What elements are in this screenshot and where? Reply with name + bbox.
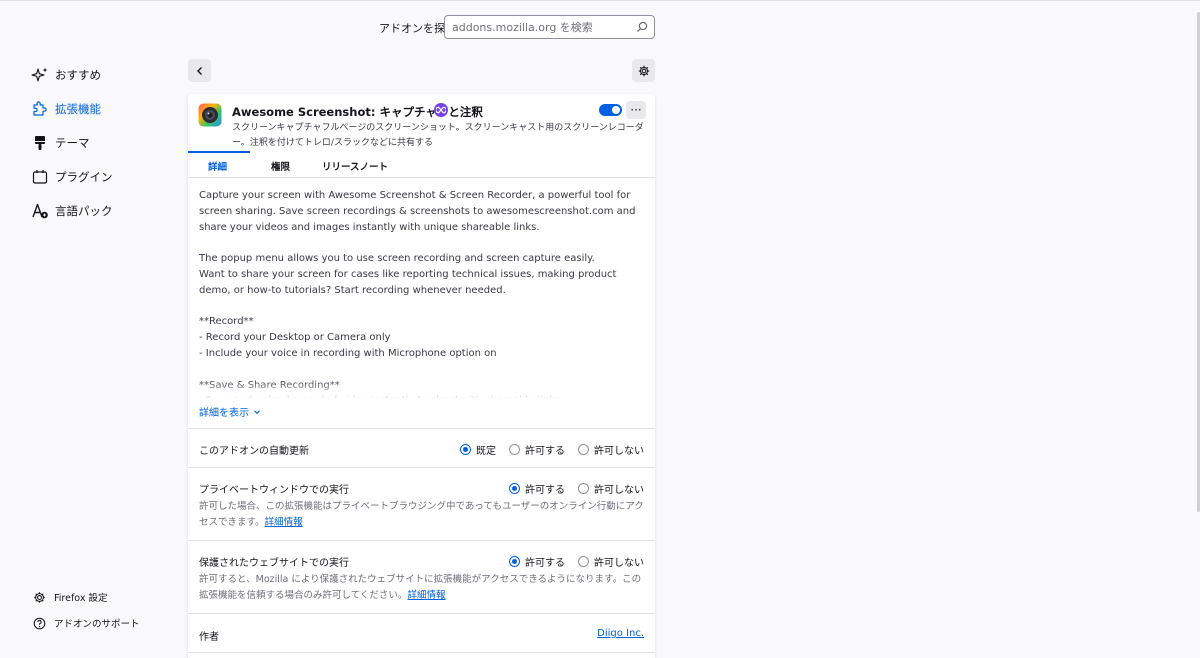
- tab-permissions[interactable]: 権限: [271, 159, 290, 173]
- radio-label: 許可する: [525, 558, 565, 569]
- private-deny-radio[interactable]: 許可しない: [578, 481, 644, 496]
- sidebar-item-label: 言語パック: [55, 204, 113, 218]
- tab-details[interactable]: 詳細: [208, 159, 227, 173]
- sidebar-footer: Firefox 設定 アドオンのサポート: [32, 584, 140, 636]
- divider: [188, 467, 655, 468]
- tab-release-notes[interactable]: リリースノート: [322, 159, 388, 173]
- search-input[interactable]: [452, 20, 632, 34]
- auto-update-label: このアドオンの自動更新: [199, 446, 309, 457]
- radio-dot: [509, 556, 520, 567]
- radio-dot: [578, 444, 589, 455]
- recommended-badge-icon[interactable]: [434, 103, 448, 117]
- active-tab-indicator: [188, 151, 250, 153]
- back-button[interactable]: [188, 59, 211, 82]
- protected-sites-note: 許可すると、Mozilla により保護されたウェブサイトに拡張機能がアクセスでき…: [199, 572, 645, 603]
- auto-update-allow-radio[interactable]: 許可する: [509, 442, 565, 457]
- divider: [188, 428, 655, 429]
- radio-dot: [460, 444, 471, 455]
- sidebar: おすすめ 拡張機能 テーマ プラグイン 言語パック: [30, 58, 180, 228]
- private-windows-note: 許可した場合、この拡張機能はプライベートブラウジング中であってもユーザーのオンラ…: [199, 499, 645, 530]
- divider: [188, 613, 655, 614]
- description-fade: [199, 380, 645, 400]
- protected-sites-radio-group: 許可する 許可しない: [496, 554, 644, 569]
- protected-deny-radio[interactable]: 許可しない: [578, 554, 644, 569]
- puzzle-icon: [30, 99, 50, 119]
- gear-icon: [32, 590, 46, 604]
- search-icon[interactable]: [636, 21, 648, 33]
- sidebar-item-label: 拡張機能: [55, 102, 101, 116]
- auto-update-radio-group: 既定 許可する 許可しない: [447, 442, 644, 457]
- firefox-settings-link[interactable]: Firefox 設定: [32, 584, 140, 610]
- sidebar-item-themes[interactable]: テーマ: [30, 126, 180, 160]
- protected-sites-label: 保護されたウェブサイトでの実行: [199, 558, 349, 569]
- chevron-down-icon: [254, 410, 261, 415]
- radio-label: 許可しない: [594, 485, 644, 496]
- chevron-left-icon: [196, 66, 202, 75]
- firefox-settings-label: Firefox 設定: [54, 593, 108, 604]
- private-windows-radio-group: 許可する 許可しない: [496, 481, 644, 496]
- help-icon: [32, 616, 46, 630]
- private-learn-more-link[interactable]: 詳細情報: [265, 517, 303, 528]
- radio-label: 許可しない: [594, 446, 644, 457]
- sidebar-item-label: テーマ: [55, 136, 90, 150]
- author-link[interactable]: Diigo Inc.: [597, 628, 644, 639]
- brush-icon: [30, 133, 50, 153]
- radio-label: 許可しない: [594, 558, 644, 569]
- addon-long-description: Capture your screen with Awesome Screens…: [199, 188, 645, 398]
- divider: [188, 540, 655, 541]
- divider: [188, 652, 655, 653]
- radio-dot: [509, 483, 520, 494]
- sidebar-item-extensions[interactable]: 拡張機能: [30, 92, 180, 126]
- auto-update-deny-radio[interactable]: 許可しない: [578, 442, 644, 457]
- sidebar-item-languages[interactable]: 言語パック: [30, 194, 180, 228]
- language-icon: [30, 201, 50, 221]
- gear-icon: [638, 65, 649, 76]
- more-options-button[interactable]: ···: [626, 101, 646, 119]
- private-windows-label: プライベートウィンドウでの実行: [199, 485, 349, 496]
- tools-menu-button[interactable]: [632, 59, 655, 82]
- radio-dot: [509, 444, 520, 455]
- addon-support-link[interactable]: アドオンのサポート: [32, 610, 140, 636]
- window-top-border: [0, 0, 1200, 1]
- addon-detail-card: Awesome Screenshot: キャプチャーと注釈 スクリーンキャプチャ…: [188, 94, 655, 658]
- addon-enable-toggle[interactable]: [599, 104, 622, 116]
- search-box[interactable]: [444, 15, 655, 39]
- show-more-label: 詳細を表示: [199, 408, 249, 419]
- radio-label: 既定: [476, 446, 496, 457]
- radio-dot: [578, 483, 589, 494]
- sidebar-item-label: プラグイン: [55, 170, 113, 184]
- awesome-screenshot-logo-icon: [198, 103, 222, 127]
- author-label: 作者: [199, 632, 219, 643]
- private-allow-radio[interactable]: 許可する: [509, 481, 565, 496]
- sidebar-item-label: おすすめ: [55, 68, 101, 82]
- sidebar-item-plugins[interactable]: プラグイン: [30, 160, 180, 194]
- addon-support-label: アドオンのサポート: [54, 619, 140, 630]
- protected-allow-radio[interactable]: 許可する: [509, 554, 565, 569]
- auto-update-default-radio[interactable]: 既定: [460, 442, 496, 457]
- sidebar-item-recommendations[interactable]: おすすめ: [30, 58, 180, 92]
- sparkle-icon: [30, 65, 50, 85]
- plugin-icon: [30, 167, 50, 187]
- addon-long-description-text: Capture your screen with Awesome Screens…: [199, 190, 636, 398]
- show-more-link[interactable]: 詳細を表示: [199, 404, 261, 419]
- radio-label: 許可する: [525, 446, 565, 457]
- protected-learn-more-link[interactable]: 詳細情報: [407, 590, 445, 601]
- addon-description: スクリーンキャプチャフルページのスクリーンショット。スクリーンキャスト用のスクリ…: [232, 123, 644, 148]
- radio-label: 許可する: [525, 485, 565, 496]
- radio-dot: [578, 556, 589, 567]
- toggle-knob: [612, 106, 620, 114]
- addon-tabs: 詳細 権限 リリースノート: [188, 152, 655, 178]
